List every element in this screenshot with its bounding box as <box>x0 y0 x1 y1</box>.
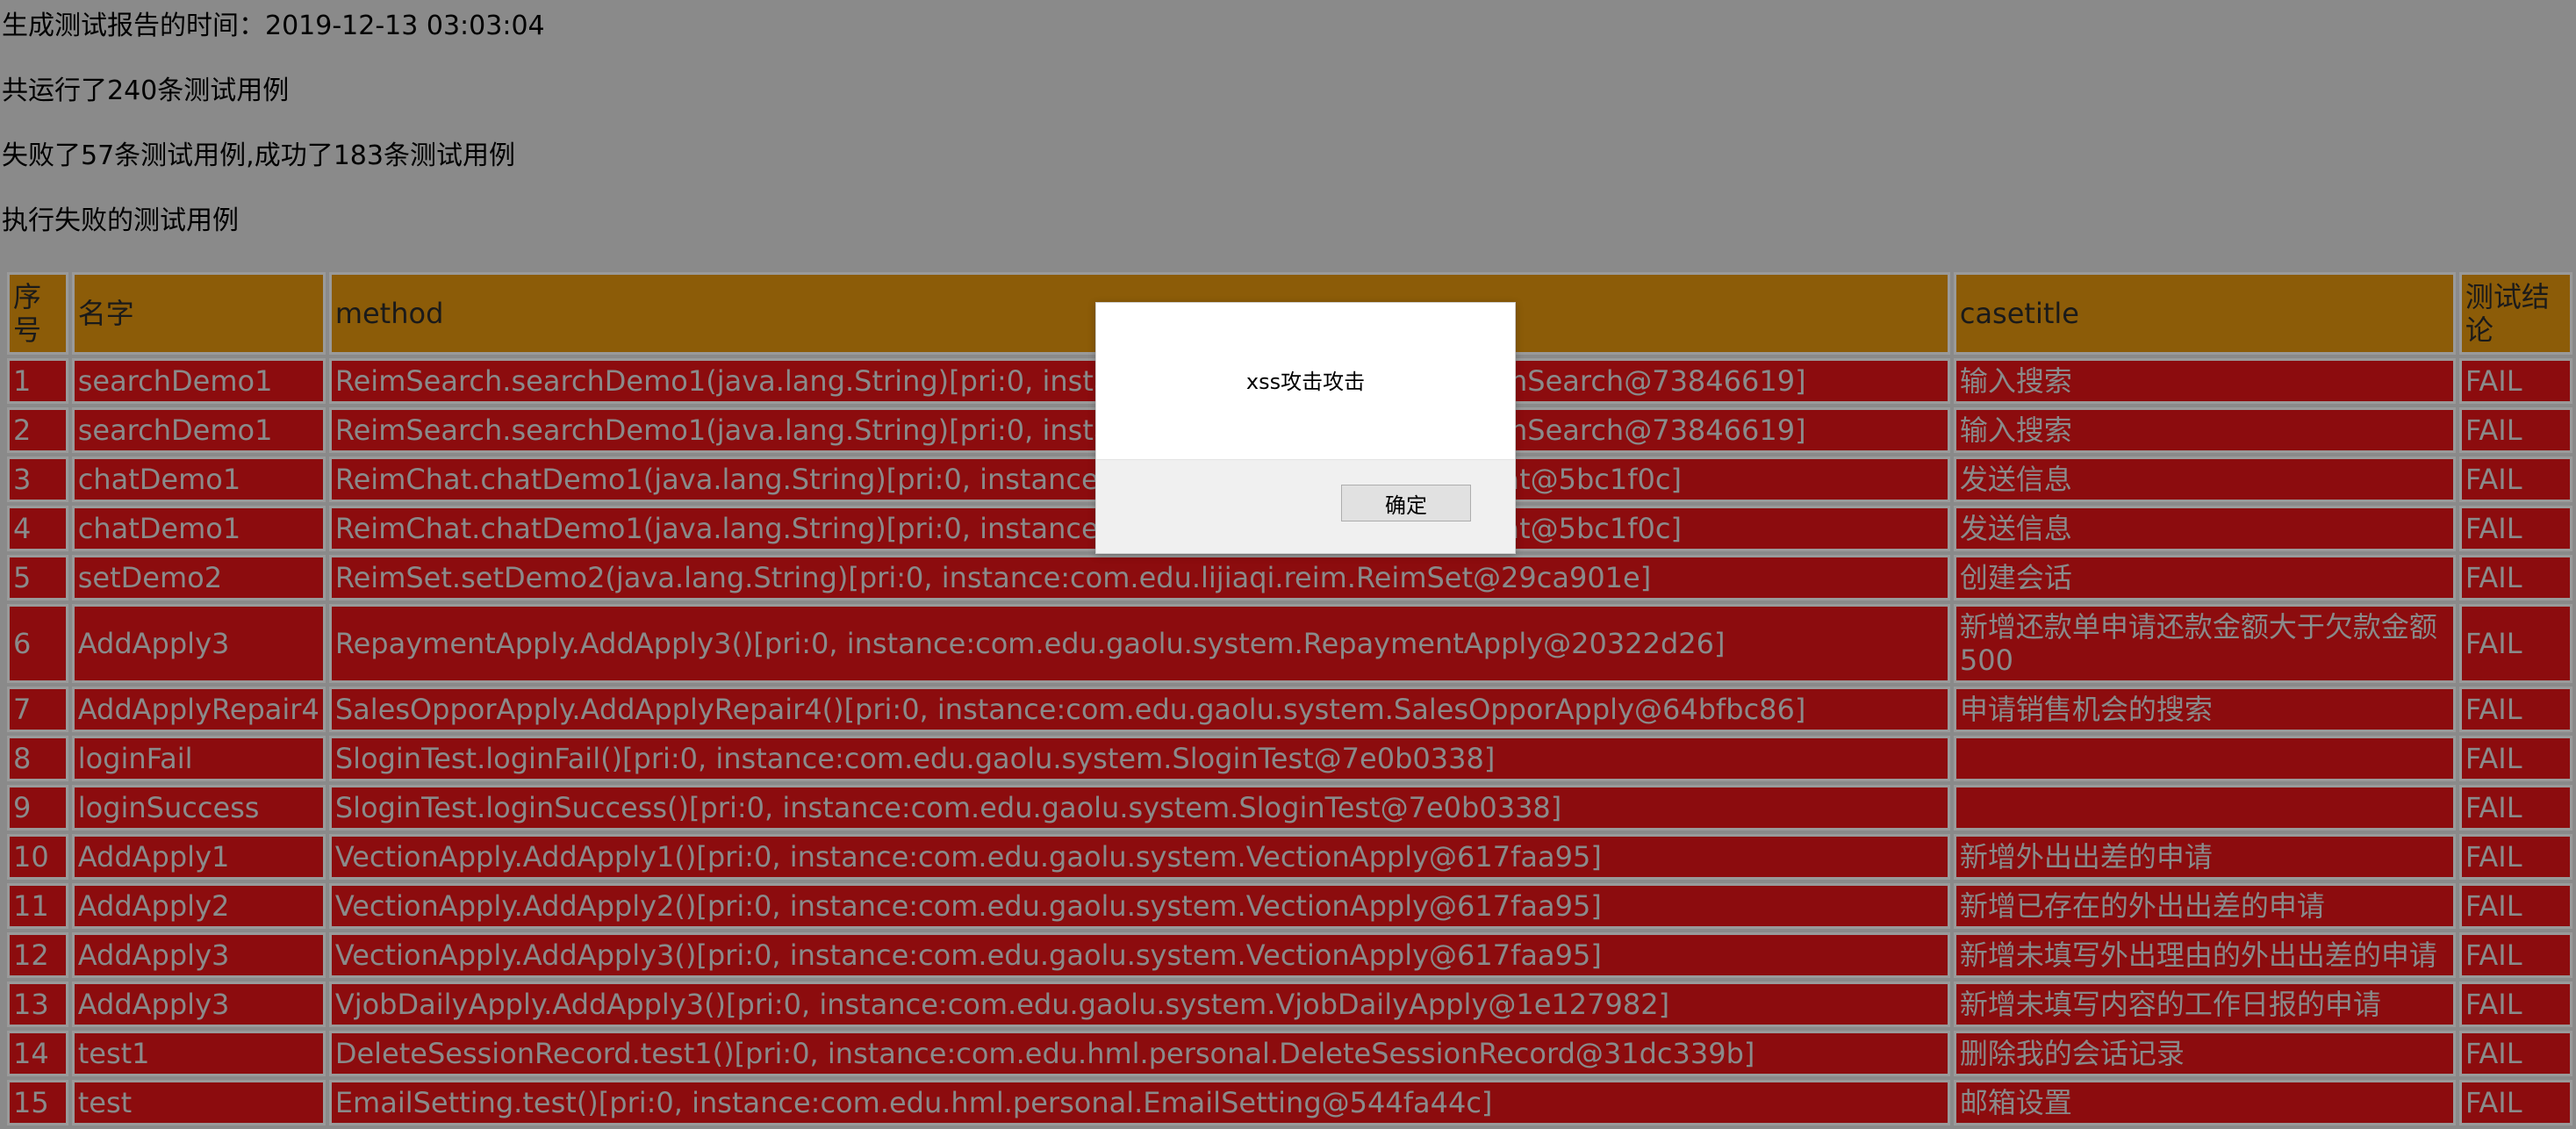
table-row: 15 test EmailSetting.test()[pri:0, instanc… <box>7 1080 2572 1125</box>
modal-overlay: xss攻击攻击 确定 <box>0 0 2576 1075</box>
alert-message: xss攻击攻击 <box>1245 370 1366 394</box>
alert-dialog: xss攻击攻击 确定 <box>1095 302 1516 554</box>
cell-casetitle: 邮箱设置 <box>1953 1080 2456 1125</box>
cell-result: FAIL <box>2458 1080 2572 1125</box>
ok-button[interactable]: 确定 <box>1341 485 1471 521</box>
alert-footer: 确定 <box>1096 459 1515 553</box>
cell-index: 15 <box>7 1080 68 1125</box>
cell-method: EmailSetting.test()[pri:0, instance:com.… <box>328 1080 1950 1125</box>
cell-name: test <box>71 1080 326 1125</box>
